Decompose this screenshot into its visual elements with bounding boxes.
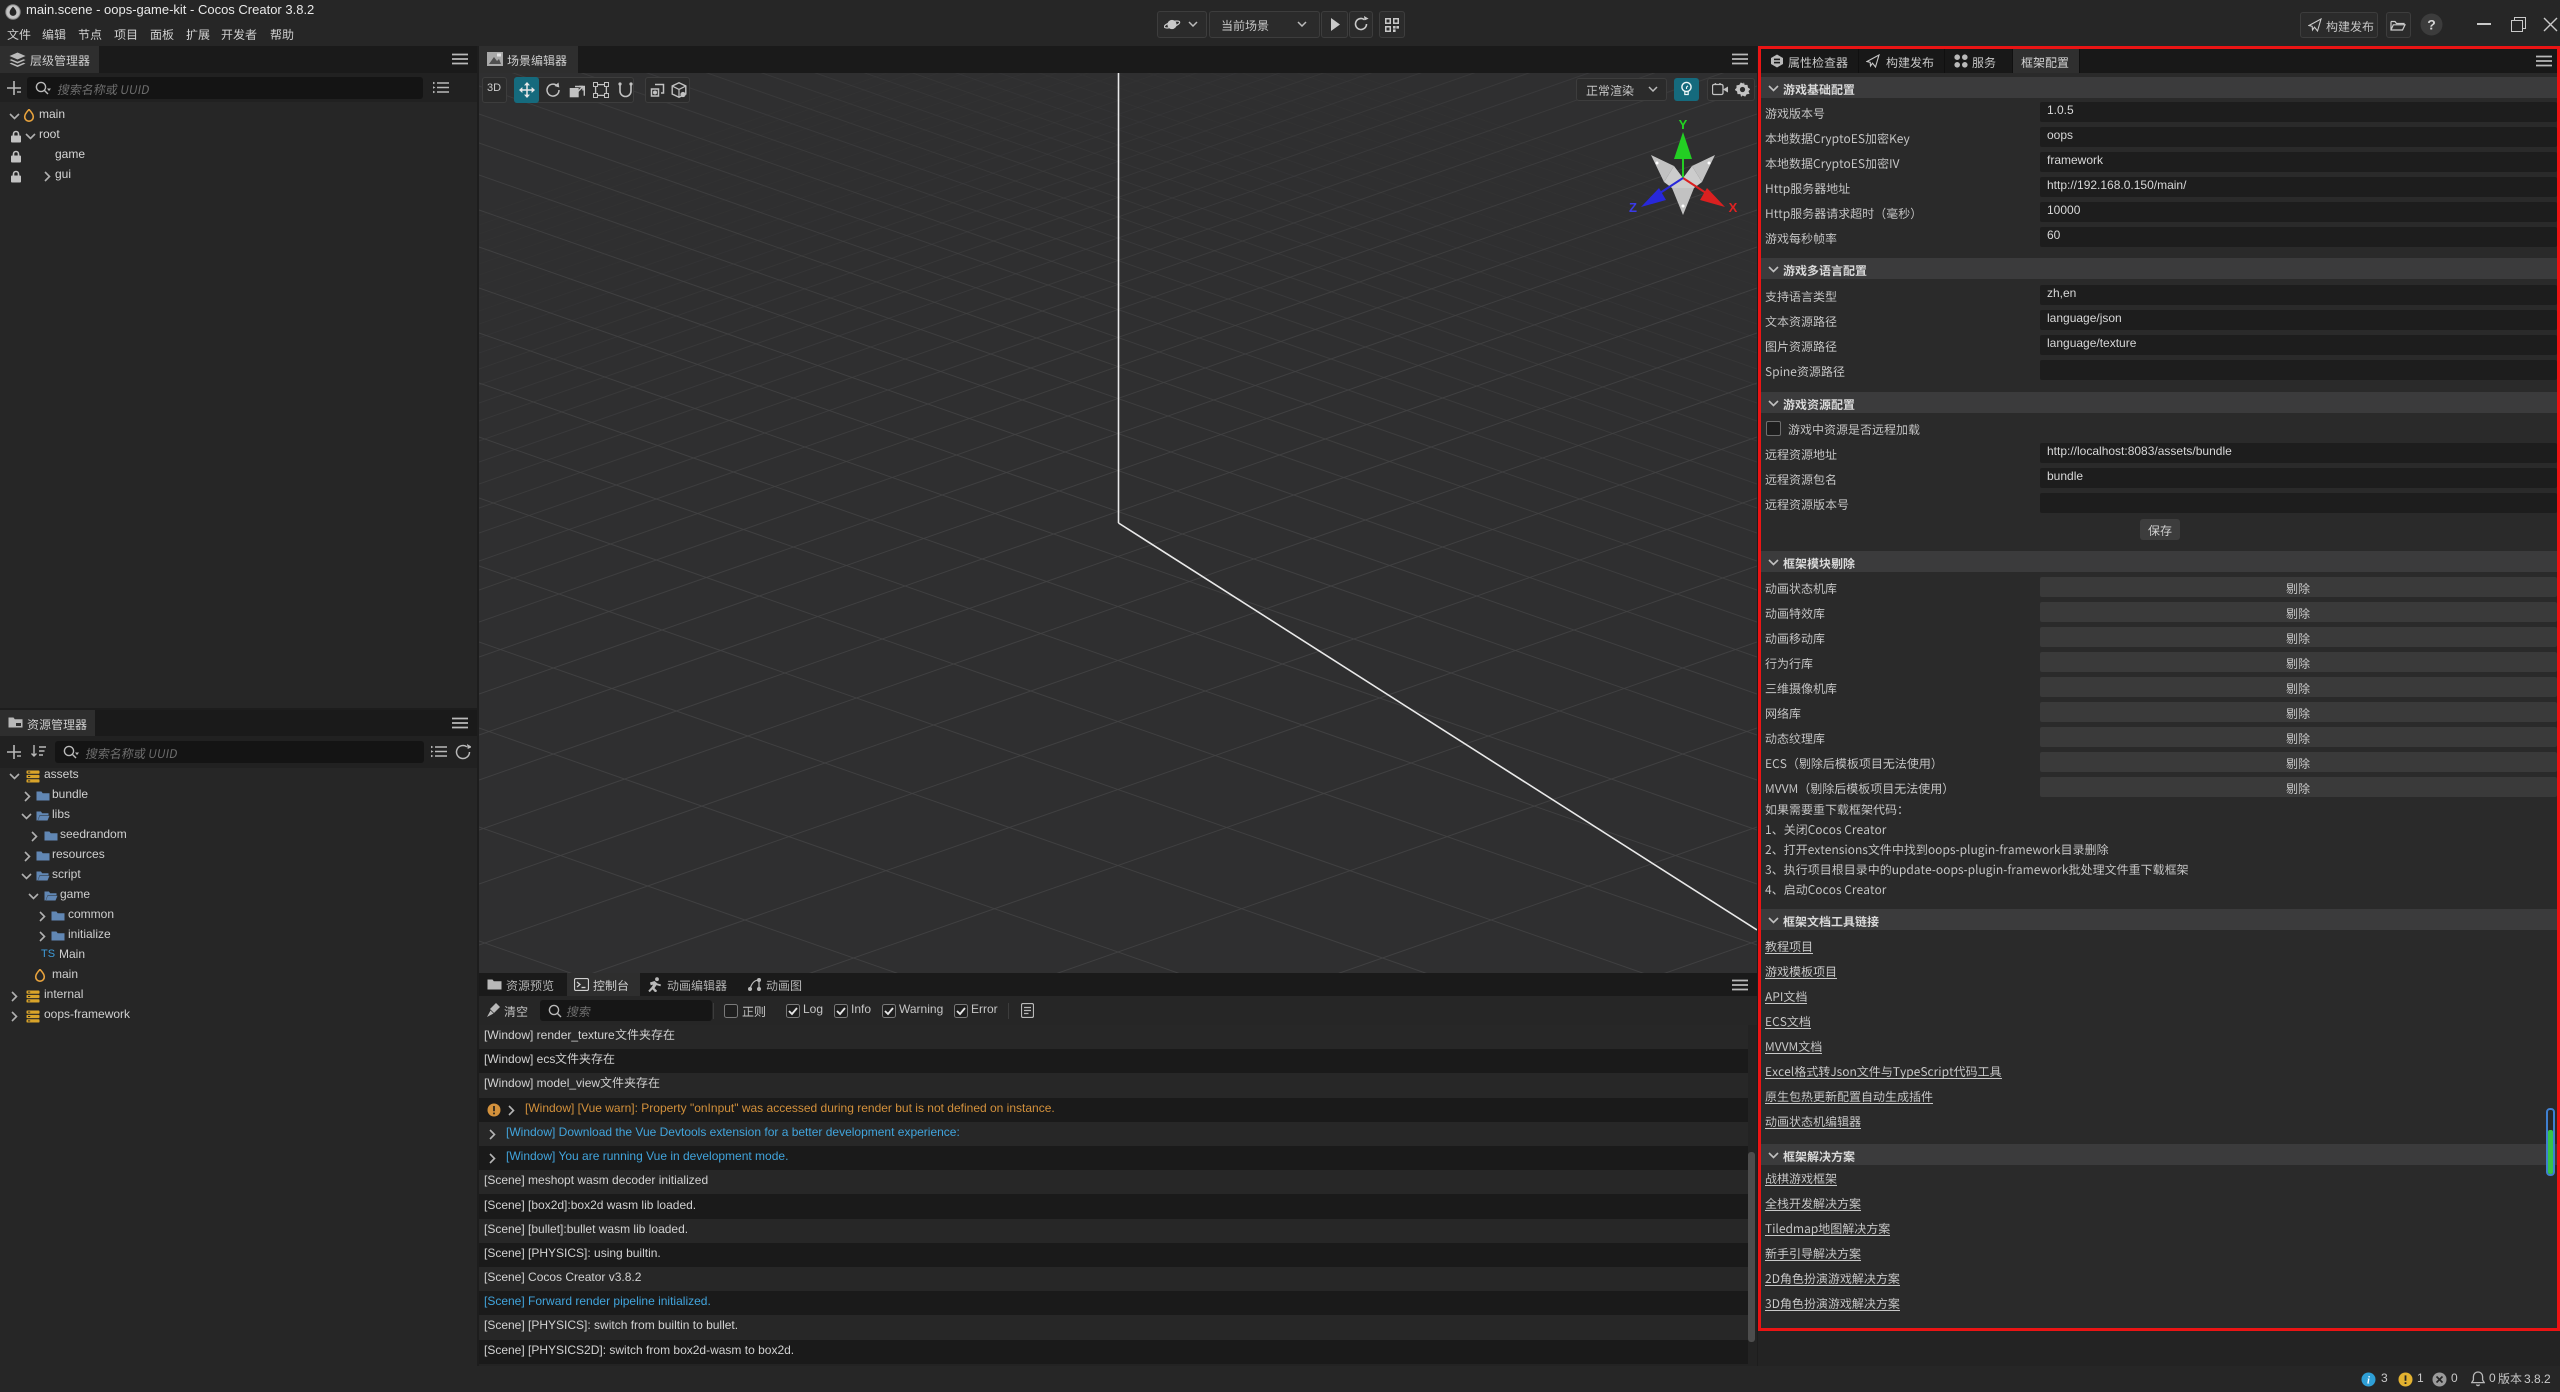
svg-text:Y: Y (1679, 117, 1688, 132)
svg-text:?: ? (2427, 17, 2436, 33)
svg-text:X: X (1729, 200, 1738, 215)
svg-text:Z: Z (1629, 200, 1637, 215)
svg-text:i: i (2367, 1376, 2370, 1387)
